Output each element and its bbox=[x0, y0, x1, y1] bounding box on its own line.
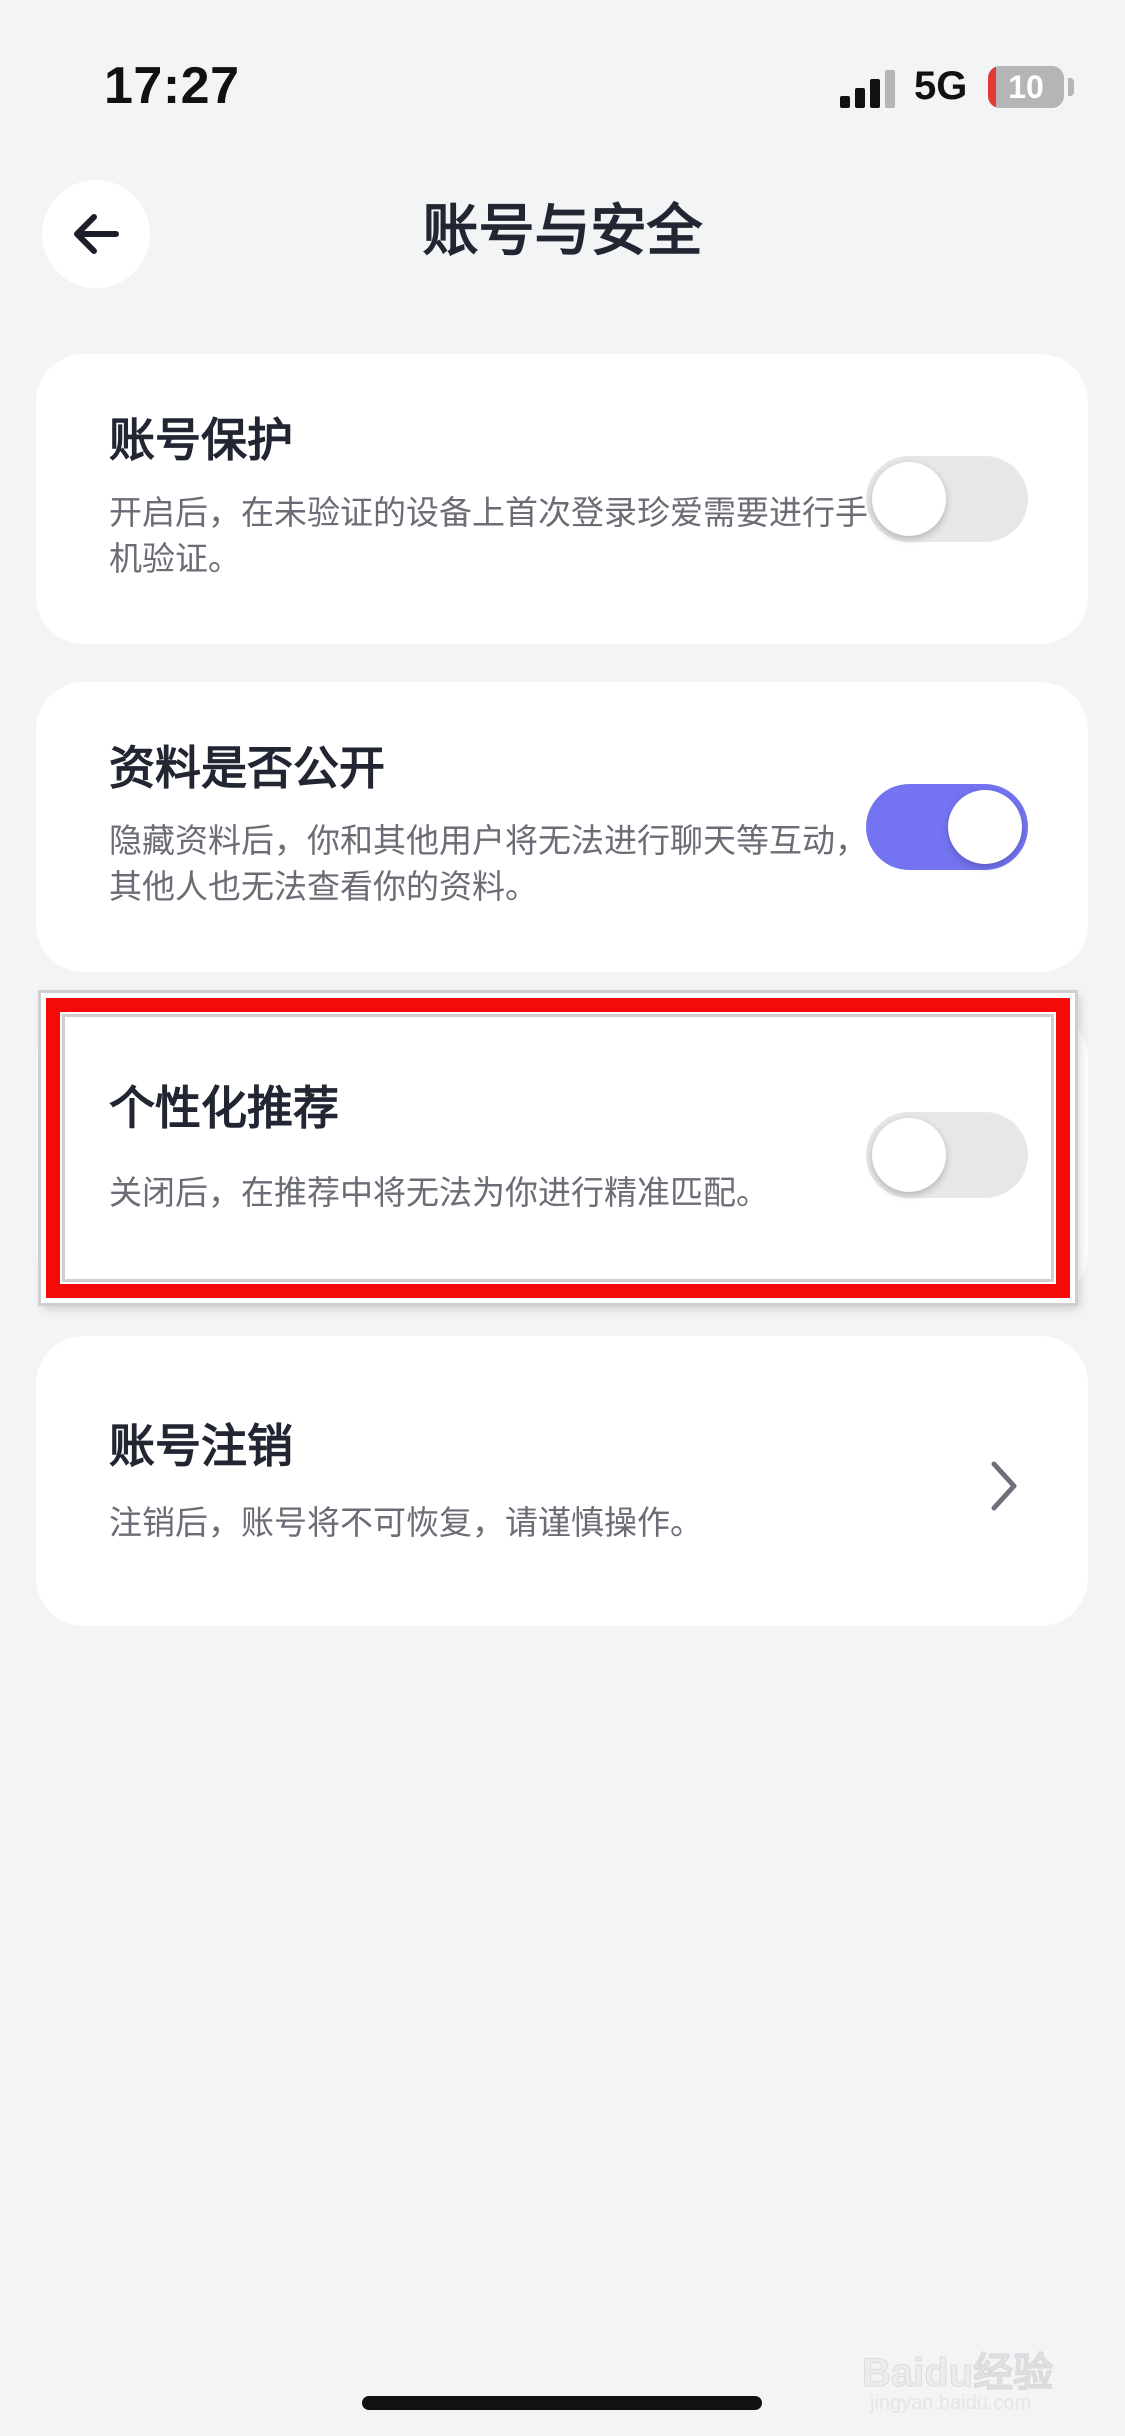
battery-level: 10 bbox=[1008, 69, 1044, 105]
toggle-knob bbox=[872, 462, 946, 536]
setting-description: 隐藏资料后，你和其他用户将无法进行聊天等互动，其他人也无法查看你的资料。 bbox=[109, 821, 868, 906]
baidu-watermark: Baidu经验 jingyan.baidu.com bbox=[861, 2300, 1072, 2420]
battery-cap bbox=[1068, 78, 1074, 96]
chevron-right-icon bbox=[991, 1461, 1017, 1511]
watermark-text: Baidu经验 bbox=[861, 2351, 1054, 2396]
setting-description: 注销后，账号将不可恢复，请谨慎操作。 bbox=[109, 1503, 703, 1542]
setting-card-account-protection: 账号保护 开启后，在未验证的设备上首次登录珍爱需要进行手机验证。 bbox=[36, 354, 1088, 644]
battery-icon: 10 bbox=[988, 66, 1064, 108]
setting-title: 资料是否公开 bbox=[109, 741, 385, 795]
status-bar: 17:27 5G 10 bbox=[0, 0, 1125, 170]
setting-card-personalized-recommendation: 个性化推荐 关闭后，在推荐中将无法为你进行精准匹配。 bbox=[36, 1010, 1088, 1300]
setting-description: 关闭后，在推荐中将无法为你进行精准匹配。 bbox=[109, 1173, 769, 1212]
personalized-recommendation-toggle[interactable] bbox=[866, 1112, 1028, 1198]
home-indicator[interactable] bbox=[362, 2396, 762, 2410]
account-protection-toggle[interactable] bbox=[866, 456, 1028, 542]
status-time: 17:27 bbox=[104, 57, 240, 115]
toggle-knob bbox=[872, 1118, 946, 1192]
signal-bars-icon bbox=[840, 70, 895, 108]
watermark-url: jingyan.baidu.com bbox=[870, 2392, 1032, 2414]
network-label: 5G bbox=[914, 64, 968, 108]
profile-public-toggle[interactable] bbox=[866, 784, 1028, 870]
toggle-knob bbox=[948, 790, 1022, 864]
setting-card-account-deletion[interactable]: 账号注销 注销后，账号将不可恢复，请谨慎操作。 bbox=[36, 1336, 1088, 1626]
page-title: 账号与安全 bbox=[422, 199, 703, 264]
setting-description: 开启后，在未验证的设备上首次登录珍爱需要进行手机验证。 bbox=[109, 493, 868, 578]
setting-title: 账号保护 bbox=[109, 413, 293, 467]
setting-title: 个性化推荐 bbox=[109, 1081, 339, 1135]
setting-card-profile-public: 资料是否公开 隐藏资料后，你和其他用户将无法进行聊天等互动，其他人也无法查看你的… bbox=[36, 682, 1088, 972]
setting-title: 账号注销 bbox=[109, 1419, 293, 1473]
